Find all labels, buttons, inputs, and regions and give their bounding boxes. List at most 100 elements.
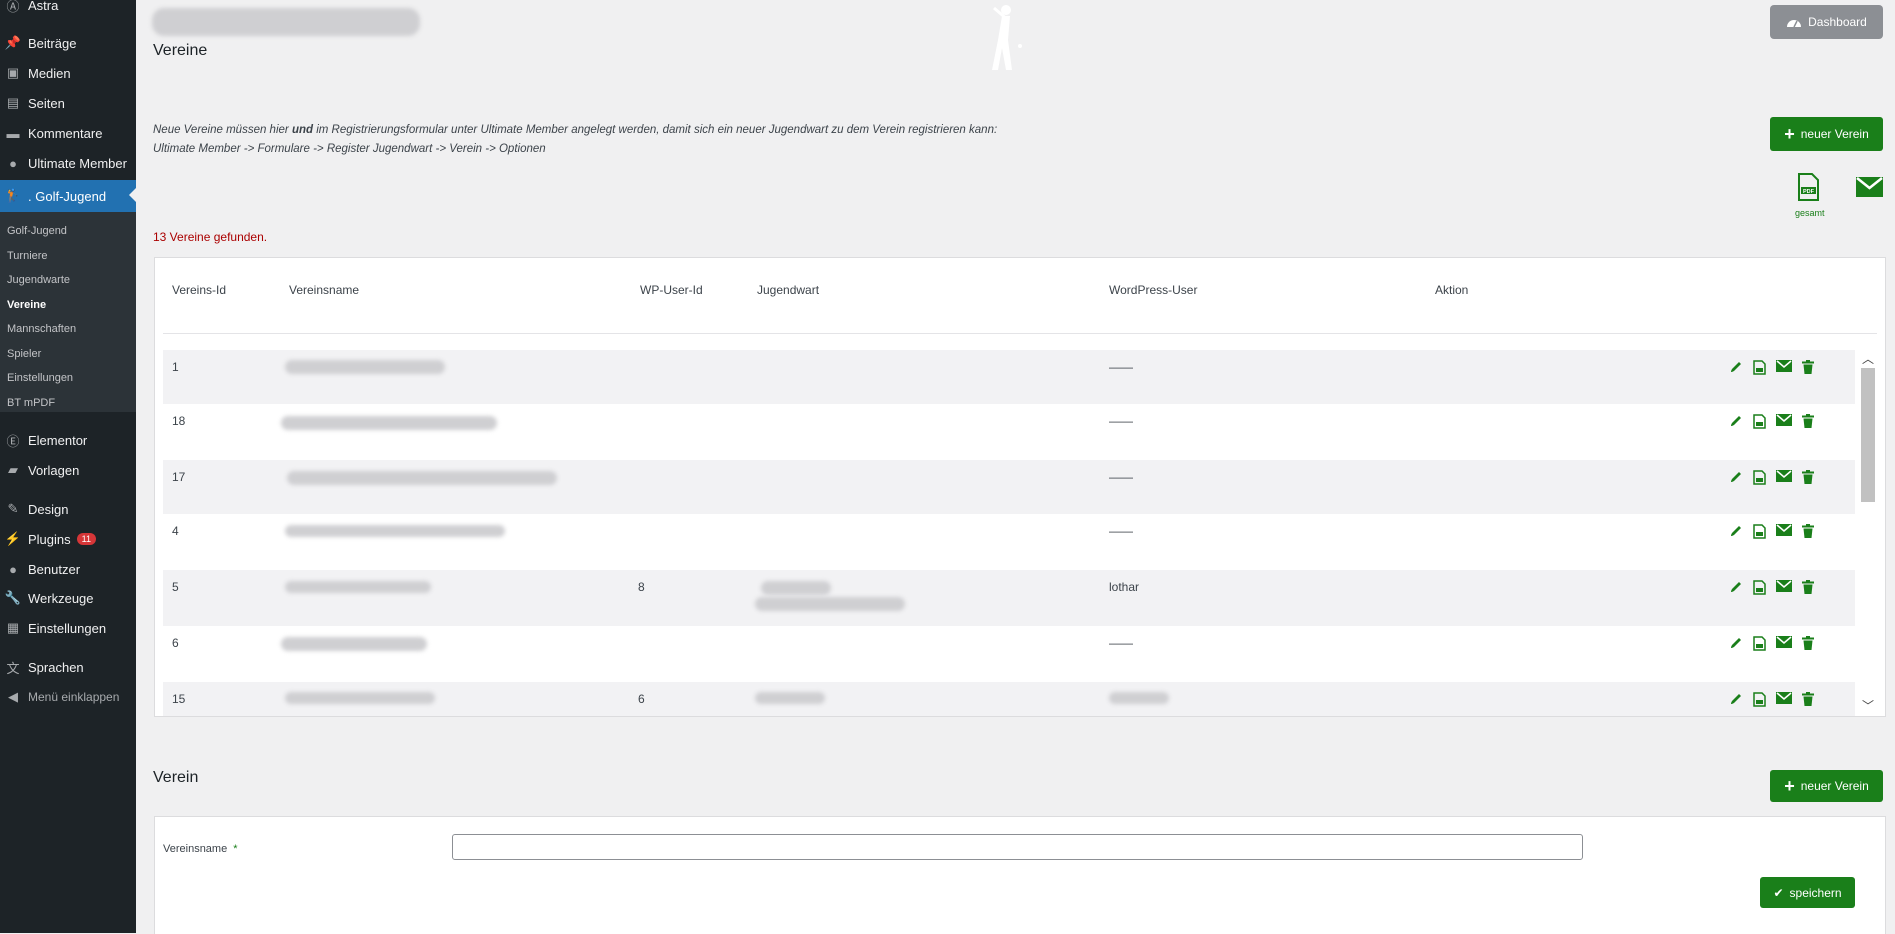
submenu-item-mannschaften[interactable]: Mannschaften xyxy=(7,323,76,335)
row-actions xyxy=(1729,636,1814,651)
row-actions xyxy=(1729,580,1814,595)
dashboard-button[interactable]: Dashboard xyxy=(1770,5,1883,39)
sidebar-item-golf-jugend[interactable]: 🏌 . Golf-Jugend xyxy=(0,180,136,212)
cell-id: 6 xyxy=(172,636,179,650)
new-club-button-top[interactable]: + neuer Verein xyxy=(1770,117,1883,151)
trash-icon[interactable] xyxy=(1802,580,1814,595)
edit-icon[interactable] xyxy=(1729,524,1743,539)
column-header-id[interactable]: Vereins-Id xyxy=(172,283,226,297)
users-icon: ● xyxy=(9,561,17,577)
mail-icon[interactable] xyxy=(1776,414,1792,429)
new-club-button-bottom[interactable]: + neuer Verein xyxy=(1770,770,1883,802)
column-header-wp-user-id[interactable]: WP-User-Id xyxy=(640,283,703,297)
scroll-down-icon[interactable]: ﹀ xyxy=(1862,697,1874,714)
table-body: 1 —— 18 —— 17 —— 4 —— 5 8 lothar 6 —— 15… xyxy=(163,350,1855,716)
sidebar-item-seiten[interactable]: ▤ Seiten xyxy=(0,90,136,116)
trash-icon[interactable] xyxy=(1802,470,1814,485)
submenu-item-turniere[interactable]: Turniere xyxy=(7,250,48,262)
submenu-item-bt-mpdf[interactable]: BT mPDF xyxy=(7,397,55,409)
sidebar-item-beitraege[interactable]: 📌 Beiträge xyxy=(0,30,136,56)
column-header-wordpress-user[interactable]: WordPress-User xyxy=(1109,283,1197,297)
info-line1-bold: und xyxy=(291,124,314,136)
cell-id: 18 xyxy=(172,414,186,428)
sidebar-item-werkzeuge[interactable]: 🔧 Werkzeuge xyxy=(0,585,136,611)
required-marker: * xyxy=(233,843,238,855)
pdf-icon[interactable] xyxy=(1753,360,1766,375)
submenu-item-spieler[interactable]: Spieler xyxy=(7,348,41,360)
results-count: 13 Vereine gefunden. xyxy=(153,230,268,244)
column-header-youth-warden[interactable]: Jugendwart xyxy=(757,283,819,297)
column-header-action: Aktion xyxy=(1435,283,1469,297)
sidebar-item-label: Ultimate Member xyxy=(28,155,127,171)
submenu-item-einstellungen[interactable]: Einstellungen xyxy=(7,372,73,384)
pdf-icon[interactable] xyxy=(1753,524,1766,539)
redacted-youth-warden xyxy=(761,581,831,595)
scrollbar-thumb[interactable] xyxy=(1861,368,1875,502)
sidebar-item-plugins[interactable]: ⚡ Plugins 11 xyxy=(0,526,136,552)
table-scrollbar[interactable]: ︿ ﹀ xyxy=(1858,350,1878,716)
submenu-item-vereine[interactable]: Vereine xyxy=(7,299,46,311)
pdf-icon[interactable] xyxy=(1753,414,1766,429)
sidebar-item-ultimate-member[interactable]: ● Ultimate Member xyxy=(0,150,136,176)
trash-icon[interactable] xyxy=(1802,692,1814,707)
sidebar-item-medien[interactable]: ▣ Medien xyxy=(0,60,136,86)
form-title: Verein xyxy=(153,769,199,786)
edit-icon[interactable] xyxy=(1729,692,1743,707)
pdf-icon[interactable] xyxy=(1753,692,1766,707)
save-button[interactable]: ✔ speichern xyxy=(1760,877,1855,908)
pdf-icon[interactable] xyxy=(1753,636,1766,651)
column-header-name[interactable]: Vereinsname xyxy=(289,283,359,297)
edit-icon[interactable] xyxy=(1729,470,1743,485)
pdf-export-label[interactable]: gesamt xyxy=(1795,208,1825,218)
brush-icon: ✎ xyxy=(7,501,19,516)
sidebar-item-label: Vorlagen xyxy=(28,462,80,478)
submenu-item-golf-jugend[interactable]: Golf-Jugend xyxy=(7,225,67,237)
row-actions xyxy=(1729,414,1814,429)
svg-text:PDF: PDF xyxy=(1803,189,1815,195)
sidebar-item-elementor[interactable]: Ⓔ Elementor xyxy=(0,427,136,453)
pdf-export-icon[interactable]: PDF xyxy=(1797,173,1819,201)
redacted-club-name xyxy=(285,360,445,374)
astra-icon: Ⓐ xyxy=(6,0,20,14)
submenu-item-jugendwarte[interactable]: Jugendwarte xyxy=(7,274,70,286)
table-row: 4 —— xyxy=(163,514,1855,570)
trash-icon[interactable] xyxy=(1802,636,1814,651)
mail-icon[interactable] xyxy=(1776,360,1792,375)
trash-icon[interactable] xyxy=(1802,360,1814,375)
table-row: 15 6 xyxy=(163,682,1855,716)
scroll-up-icon[interactable]: ︿ xyxy=(1862,350,1874,367)
sidebar-item-vorlagen[interactable]: ▰ Vorlagen xyxy=(0,457,136,483)
cell-wp-user-id: 6 xyxy=(638,692,645,706)
redacted-wp-user xyxy=(1109,692,1169,704)
collapse-menu-button[interactable]: ◀ Menü einklappen xyxy=(0,684,136,710)
new-club-label: neuer Verein xyxy=(1800,127,1869,141)
edit-icon[interactable] xyxy=(1729,580,1743,595)
edit-icon[interactable] xyxy=(1729,636,1743,651)
pdf-icon[interactable] xyxy=(1753,580,1766,595)
mail-icon[interactable] xyxy=(1776,580,1792,595)
mail-icon[interactable] xyxy=(1776,692,1792,707)
sidebar-item-kommentare[interactable]: ▬ Kommentare xyxy=(0,120,136,146)
edit-icon[interactable] xyxy=(1729,414,1743,429)
mail-icon[interactable] xyxy=(1776,636,1792,651)
sidebar-item-label: . Golf-Jugend xyxy=(28,188,107,204)
trash-icon[interactable] xyxy=(1802,414,1814,429)
sidebar-item-sprachen[interactable]: 文 Sprachen xyxy=(0,654,136,680)
dashboard-icon xyxy=(1787,20,1802,28)
club-name-input[interactable] xyxy=(452,834,1583,860)
cell-wp-user: —— xyxy=(1109,360,1133,374)
table-row: 17 —— xyxy=(163,460,1855,514)
info-text: Neue Vereine müssen hier und im Registri… xyxy=(153,121,997,159)
trash-icon[interactable] xyxy=(1802,524,1814,539)
edit-icon[interactable] xyxy=(1729,360,1743,375)
sidebar-item-astra[interactable]: Ⓐ Astra xyxy=(0,0,136,18)
mail-icon[interactable] xyxy=(1776,524,1792,539)
sidebar-item-design[interactable]: ✎ Design xyxy=(0,496,136,522)
sidebar-item-einstellungen-main[interactable]: ▦ Einstellungen xyxy=(0,615,136,641)
pdf-icon[interactable] xyxy=(1753,470,1766,485)
mail-all-icon[interactable] xyxy=(1856,177,1883,197)
sidebar-item-label: Sprachen xyxy=(28,659,84,675)
mail-icon[interactable] xyxy=(1776,470,1792,485)
main-content: Vereine Dashboard Neue Vereine müssen hi… xyxy=(136,0,1895,934)
sidebar-item-benutzer[interactable]: ● Benutzer xyxy=(0,556,136,582)
